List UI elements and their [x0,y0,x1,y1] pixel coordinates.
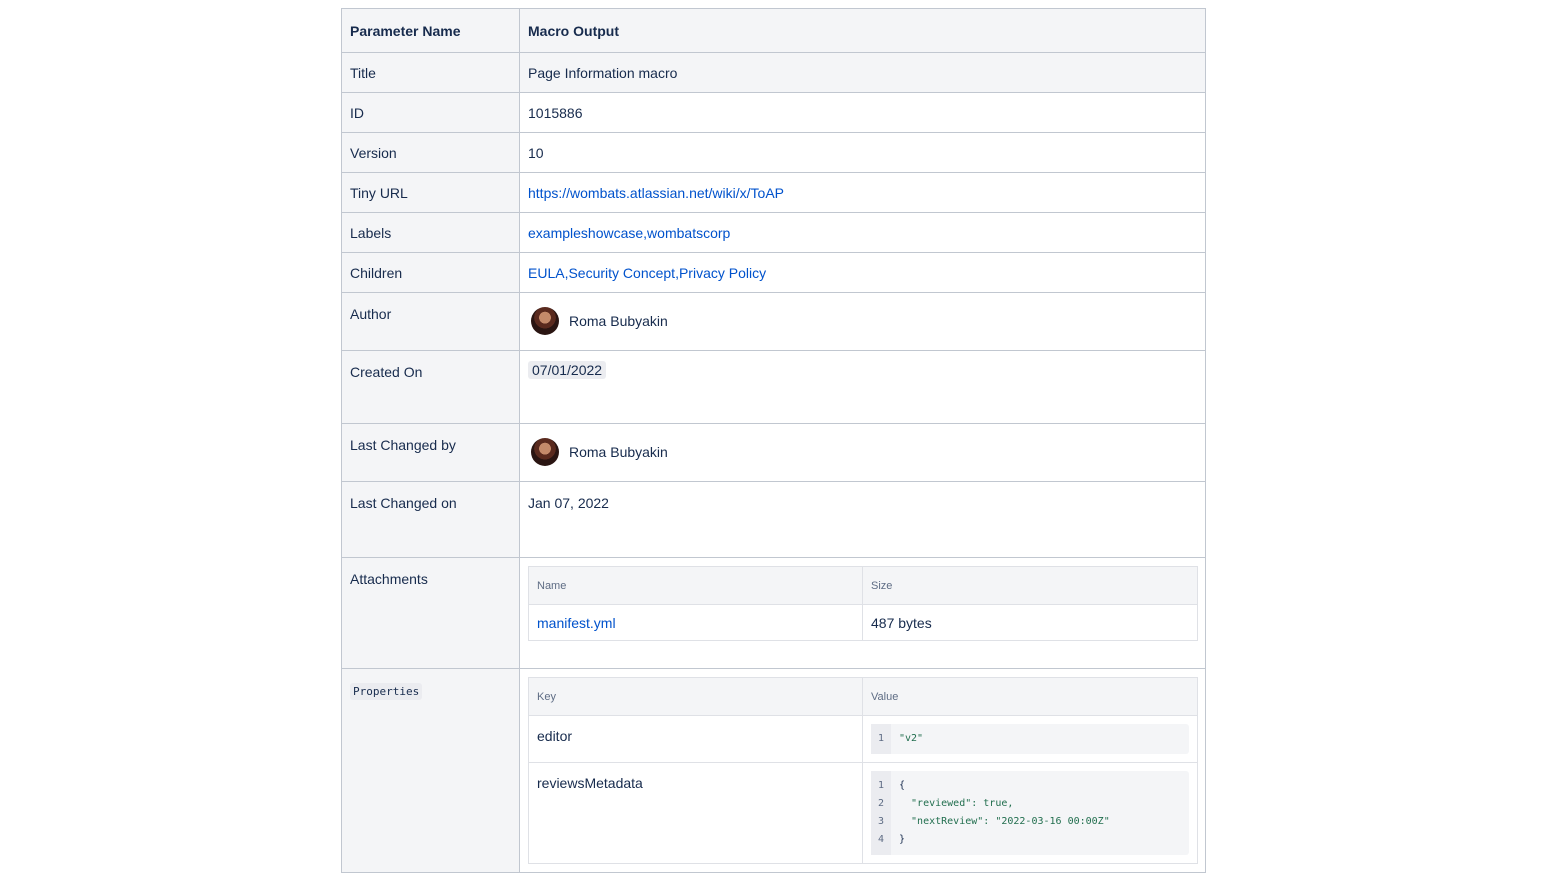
row-attachments: Attachments Name Size manifest.yml 487 b… [341,557,1206,669]
last-changed-user[interactable]: Roma Bubyakin [528,438,1197,466]
table-row: manifest.yml 487 bytes [528,604,1198,641]
table-row: reviewsMetadata 1 2 3 4 { "reviewed": tr… [528,762,1198,864]
row-title: Title Page Information macro [341,52,1206,93]
header-macro-output: Macro Output [519,8,1206,53]
row-author: Author Roma Bubyakin [341,292,1206,351]
labels-link[interactable]: exampleshowcase,wombatscorp [528,225,730,241]
created-date-lozenge: 07/01/2022 [528,361,607,379]
row-id: ID 1015886 [341,92,1206,133]
property-key-reviews: reviewsMetadata [528,762,863,864]
value-title: Page Information macro [519,52,1206,93]
code-line: } [899,834,906,845]
row-created-on: Created On 07/01/2022 [341,350,1206,424]
children-links[interactable]: EULA,Security Concept,Privacy Policy [528,265,766,281]
param-version: Version [341,132,520,173]
table-row: editor 1 "v2" [528,715,1198,763]
row-last-changed-by: Last Changed by Roma Bubyakin [341,423,1206,482]
code-block-reviews[interactable]: 1 2 3 4 { "reviewed": true, "nextReview"… [871,771,1189,855]
property-key-editor: editor [528,715,863,763]
attachment-link[interactable]: manifest.yml [537,615,616,631]
header-parameter-name: Parameter Name [341,8,520,53]
row-version: Version 10 [341,132,1206,173]
code-line: "reviewed": true, [899,798,1014,809]
param-author: Author [341,292,520,351]
param-properties: Properties [350,683,423,700]
page-information-table: Parameter Name Macro Output Title Page I… [341,8,1206,873]
code-block-editor[interactable]: 1 "v2" [871,724,1189,754]
param-created-on: Created On [341,350,520,424]
author-user[interactable]: Roma Bubyakin [528,307,1197,335]
param-last-changed-by: Last Changed by [341,423,520,482]
value-id: 1015886 [519,92,1206,133]
row-children: Children EULA,Security Concept,Privacy P… [341,252,1206,293]
line-numbers: 1 2 3 4 [871,771,891,855]
param-title: Title [341,52,520,93]
properties-table: Key Value editor 1 "v2" reviewsMetadata … [528,677,1198,864]
param-id: ID [341,92,520,133]
avatar [531,438,559,466]
tiny-url-link[interactable]: https://wombats.atlassian.net/wiki/x/ToA… [528,185,784,201]
avatar [531,307,559,335]
line-numbers: 1 [871,724,891,754]
attachments-col-name: Name [528,566,863,605]
attachment-size: 487 bytes [862,604,1198,641]
attachments-col-size: Size [862,566,1198,605]
author-name: Roma Bubyakin [569,313,668,329]
code-line: "nextReview": "2022-03-16 00:00Z" [899,816,1110,827]
code-line: { [899,780,906,791]
row-tiny-url: Tiny URL https://wombats.atlassian.net/w… [341,172,1206,213]
value-last-changed-on: Jan 07, 2022 [519,481,1206,558]
properties-col-key: Key [528,677,863,716]
param-tiny-url: Tiny URL [341,172,520,213]
row-last-changed-on: Last Changed on Jan 07, 2022 [341,481,1206,558]
code-line: "v2" [899,733,924,744]
param-children: Children [341,252,520,293]
param-attachments: Attachments [341,557,520,669]
row-labels: Labels exampleshowcase,wombatscorp [341,212,1206,253]
last-changed-name: Roma Bubyakin [569,444,668,460]
attachments-table: Name Size manifest.yml 487 bytes [528,566,1198,641]
param-labels: Labels [341,212,520,253]
row-properties: Properties Key Value editor 1 "v2" revie… [341,668,1206,873]
properties-col-value: Value [862,677,1198,716]
param-last-changed-on: Last Changed on [341,481,520,558]
value-version: 10 [519,132,1206,173]
